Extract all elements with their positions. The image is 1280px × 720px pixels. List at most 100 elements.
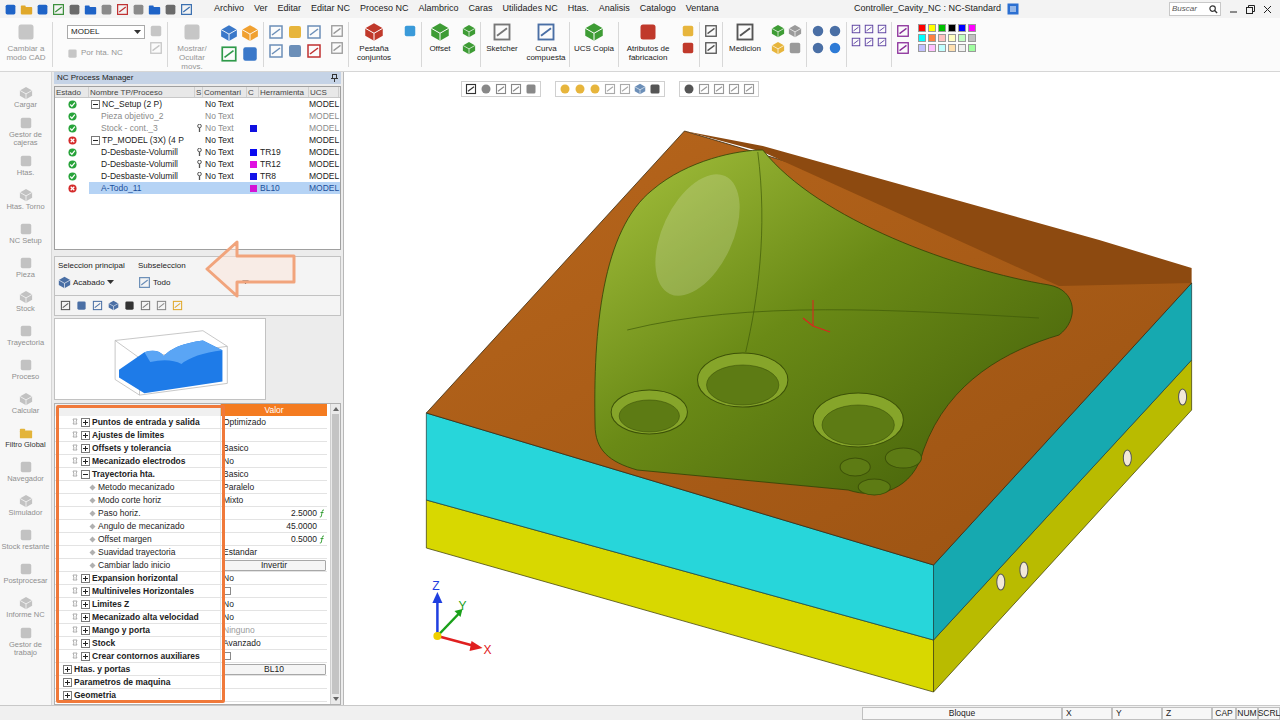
view-orient-icon[interactable] xyxy=(743,83,755,95)
property-row[interactable]: Offsets y toleranciaBasico xyxy=(55,442,327,455)
property-value[interactable]: Mixto xyxy=(221,494,243,506)
sidebar-item[interactable]: Stock xyxy=(0,284,51,318)
view-display-icon[interactable] xyxy=(604,83,616,95)
column-header[interactable]: S xyxy=(195,87,203,97)
property-value[interactable]: Ninguno xyxy=(221,624,255,636)
property-row[interactable]: Crear contornos auxiliares xyxy=(55,650,327,663)
ribbon-tool-icon[interactable] xyxy=(220,24,238,42)
ribbon-tool[interactable]: UCS Copia xyxy=(570,18,618,53)
ribbon-tool[interactable]: Mostrar/ Ocultar movs. xyxy=(168,18,216,71)
ribbon-tool-icon[interactable] xyxy=(182,22,202,42)
color-swatch[interactable] xyxy=(968,24,976,32)
tree-row[interactable]: Pieza objetivo_2No TextMODEL xyxy=(55,110,340,122)
ribbon-tool-icon[interactable] xyxy=(364,22,384,42)
graphics-viewport[interactable]: ZYX xyxy=(344,72,1280,705)
property-pin-icon[interactable] xyxy=(71,457,79,465)
property-value[interactable]: Basico xyxy=(221,468,249,480)
view-display-icon[interactable] xyxy=(574,83,586,95)
ribbon-tool-icon[interactable] xyxy=(864,37,874,47)
tree-row[interactable]: TP_MODEL (3X) (4 PNo TextMODEL xyxy=(55,134,340,146)
quick-access-icon[interactable] xyxy=(180,3,193,16)
ribbon-tool-icon[interactable] xyxy=(241,24,259,42)
menu-item[interactable]: Editar xyxy=(278,2,302,16)
view-orient-icon[interactable] xyxy=(728,83,740,95)
expand-toggle-icon[interactable] xyxy=(81,431,90,440)
expand-toggle-icon[interactable] xyxy=(81,444,90,453)
column-header[interactable]: C xyxy=(247,87,259,97)
ribbon-tool-icon[interactable] xyxy=(681,41,695,55)
minimize-icon[interactable] xyxy=(1229,5,1238,14)
tool-filter-icon[interactable] xyxy=(67,48,78,59)
color-swatch[interactable] xyxy=(938,24,946,32)
sidebar-tool-icon[interactable] xyxy=(19,596,33,610)
expand-toggle-icon[interactable] xyxy=(81,587,90,596)
sidebar-tool-icon[interactable] xyxy=(19,154,33,168)
quick-access-icon[interactable] xyxy=(68,3,81,16)
property-value[interactable]: 0.5000 xyxy=(221,533,327,545)
sidebar-tool-icon[interactable] xyxy=(19,86,33,100)
ribbon-tool-icon[interactable] xyxy=(268,43,284,59)
sidebar-item[interactable]: Htas. xyxy=(0,148,51,182)
ribbon-tool-icon[interactable] xyxy=(241,45,259,63)
menu-item[interactable]: Ventana xyxy=(686,2,719,16)
property-row[interactable]: Modo corte horizMixto xyxy=(55,494,327,507)
sidebar-item[interactable]: Htas. Torno xyxy=(0,182,51,216)
ribbon-tool-icon[interactable] xyxy=(896,41,910,55)
color-swatch[interactable] xyxy=(968,44,976,52)
sidebar-item[interactable]: NC Setup xyxy=(0,216,51,250)
ribbon-tool-icon[interactable] xyxy=(403,24,417,38)
ribbon-tool-icon[interactable] xyxy=(735,22,755,42)
ribbon-tool-icon[interactable] xyxy=(306,24,322,40)
menu-item[interactable]: Caras xyxy=(469,2,493,16)
ribbon-tool-icon[interactable] xyxy=(704,41,718,55)
menu-item[interactable]: Editar NC xyxy=(311,2,350,16)
view-display-icon[interactable] xyxy=(619,83,631,95)
property-pin-icon[interactable] xyxy=(71,639,79,647)
tree-row[interactable]: D-Desbaste-VolumillNo TextTR8MODEL xyxy=(55,170,340,182)
selection-tool-icon[interactable] xyxy=(108,300,119,311)
menu-item[interactable]: Alambrico xyxy=(419,2,459,16)
ribbon-tool-icon[interactable] xyxy=(584,22,604,42)
ribbon-tool[interactable]: Cambiar a modo CAD xyxy=(0,18,52,62)
all-faces-icon[interactable] xyxy=(138,276,151,289)
scroll-down-icon[interactable] xyxy=(333,697,339,701)
sidebar-item[interactable]: Pieza xyxy=(0,250,51,284)
dropdown-caret-icon[interactable] xyxy=(242,280,249,285)
sidebar-tool-icon[interactable] xyxy=(19,256,33,270)
menu-item[interactable]: Catalogo xyxy=(640,2,676,16)
expand-toggle-icon[interactable] xyxy=(81,639,90,648)
expand-toggle-icon[interactable] xyxy=(81,613,90,622)
property-row[interactable]: Mecanizado alta velocidadNo xyxy=(55,611,327,624)
sidebar-tool-icon[interactable] xyxy=(19,528,33,542)
tree-row-name[interactable]: D-Desbaste-Volumill xyxy=(101,146,178,159)
property-row[interactable]: Limites ZNo xyxy=(55,598,327,611)
color-swatch[interactable] xyxy=(928,24,936,32)
property-value[interactable]: No xyxy=(221,572,234,584)
view-select-icon[interactable] xyxy=(480,83,492,95)
column-header[interactable]: Estado xyxy=(55,87,89,97)
sidebar-tool-icon[interactable] xyxy=(19,426,33,440)
expand-toggle-icon[interactable] xyxy=(81,574,90,583)
quick-access-icon[interactable] xyxy=(84,3,97,16)
ribbon-tool-icon[interactable] xyxy=(287,24,303,40)
color-swatch[interactable] xyxy=(928,34,936,42)
sidebar-tool-icon[interactable] xyxy=(19,358,33,372)
ribbon-tool-icon[interactable] xyxy=(149,24,163,38)
view-orient-icon[interactable] xyxy=(698,83,710,95)
view-display-icon[interactable] xyxy=(589,83,601,95)
quick-access-icon[interactable] xyxy=(164,3,177,16)
property-row[interactable]: Expansion horizontalNo xyxy=(55,572,327,585)
ribbon-tool-icon[interactable] xyxy=(149,41,163,55)
sidebar-item[interactable]: Filtro Global xyxy=(0,420,51,454)
color-swatch[interactable] xyxy=(938,34,946,42)
ribbon-tool-icon[interactable] xyxy=(681,24,695,38)
property-row[interactable]: Paso horiz.2.5000 xyxy=(55,507,327,520)
color-swatch[interactable] xyxy=(968,34,976,42)
expand-toggle-icon[interactable] xyxy=(63,678,72,687)
ribbon-tool-icon[interactable] xyxy=(864,24,874,34)
ribbon-tool-icon[interactable] xyxy=(877,37,887,47)
property-value[interactable]: Basico xyxy=(221,442,249,454)
sidebar-tool-icon[interactable] xyxy=(19,116,33,130)
property-value[interactable]: No xyxy=(221,598,234,610)
sidebar-tool-icon[interactable] xyxy=(19,460,33,474)
